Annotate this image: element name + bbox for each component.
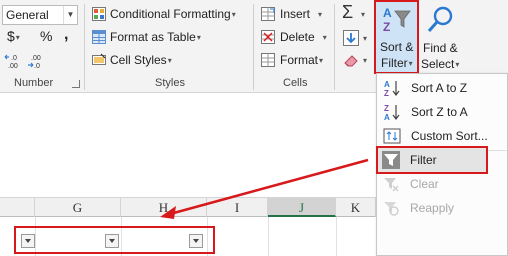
excel-window: General ▼ $▾ % , .0 .00 .00 .0 Number Co… [0,0,508,256]
annotation-arrow [160,158,369,219]
